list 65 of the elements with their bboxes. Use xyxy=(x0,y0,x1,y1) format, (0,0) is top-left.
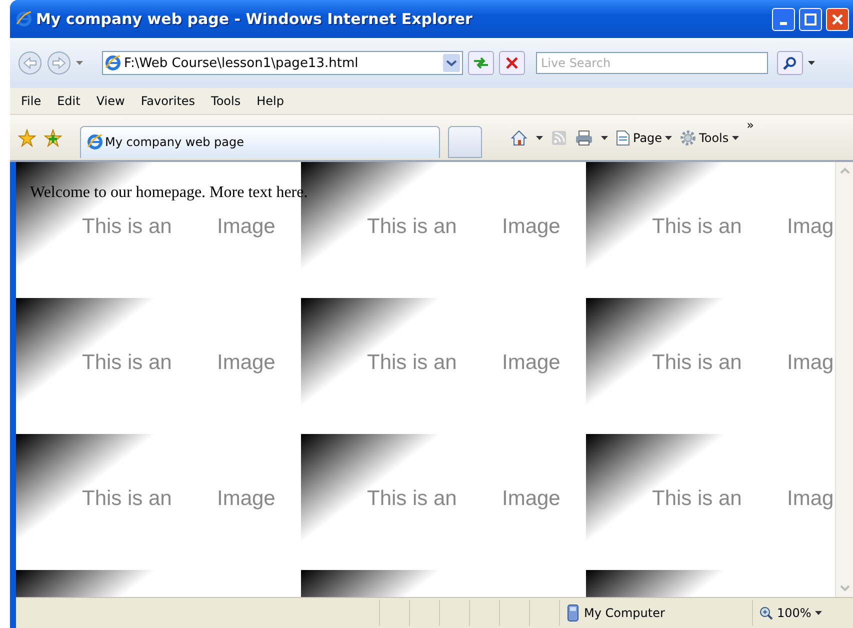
image-text: This is an xyxy=(367,215,457,239)
image-text: This is an xyxy=(82,487,172,511)
minimize-icon xyxy=(780,22,787,24)
ie-logo-icon xyxy=(105,55,121,71)
refresh-button[interactable] xyxy=(468,51,494,75)
menu-item[interactable]: Edit xyxy=(50,92,88,110)
tools-menu-button[interactable]: Tools xyxy=(680,130,739,146)
maximize-button[interactable] xyxy=(799,8,822,30)
menu-item[interactable]: Favorites xyxy=(134,92,202,110)
close-icon xyxy=(831,12,844,26)
arrows-icon xyxy=(473,56,489,70)
dropdown-caret-icon[interactable] xyxy=(665,136,672,140)
computer-icon xyxy=(566,604,580,622)
page-menu-button[interactable]: Page xyxy=(616,130,672,146)
image-text: Image xyxy=(502,487,560,511)
zoom-level[interactable]: 100% xyxy=(777,606,812,620)
zoom-icon xyxy=(759,606,773,620)
image-text: This is an xyxy=(652,215,742,239)
search-icon xyxy=(783,56,797,70)
image-text: This is an xyxy=(652,351,742,375)
image-text: This is an xyxy=(652,487,742,511)
image-text: Image xyxy=(502,215,560,239)
image-text: This is an xyxy=(367,487,457,511)
image-text: This is an xyxy=(82,351,172,375)
menu-item[interactable]: File xyxy=(14,92,48,110)
forward-button[interactable] xyxy=(47,51,71,75)
close-button[interactable] xyxy=(826,8,849,30)
back-button[interactable] xyxy=(18,51,42,75)
search-button[interactable] xyxy=(777,51,803,75)
browser-tab[interactable]: My company web page xyxy=(80,126,440,158)
overflow-button[interactable]: » xyxy=(746,118,754,132)
image-text: Image xyxy=(217,351,276,375)
image-text: Imag xyxy=(787,215,834,239)
image-text: Image xyxy=(217,215,276,239)
add-favorite-icon[interactable] xyxy=(44,128,62,146)
ie-logo-icon xyxy=(87,134,103,150)
home-icon[interactable] xyxy=(510,128,528,146)
search-field[interactable]: Live Search xyxy=(536,52,768,74)
print-icon[interactable] xyxy=(575,130,593,146)
ie-logo-icon xyxy=(16,11,32,27)
dropdown-caret-icon[interactable] xyxy=(815,611,822,615)
dropdown-caret-icon[interactable] xyxy=(808,61,815,65)
dropdown-button[interactable] xyxy=(443,54,460,72)
image-text: Imag xyxy=(787,487,834,511)
window-title: My company web page - Windows Internet Explorer xyxy=(36,10,474,28)
favorites-star-icon[interactable] xyxy=(18,128,36,146)
image-text: Imag xyxy=(787,351,834,375)
menu-item[interactable]: View xyxy=(89,92,132,110)
image-text: Image xyxy=(502,351,560,375)
stop-button[interactable] xyxy=(499,51,525,75)
gear-icon xyxy=(680,130,696,146)
address-bar[interactable]: F:\Web Course\lesson1\page13.html xyxy=(102,51,463,75)
image-text: This is an xyxy=(82,215,172,239)
dropdown-caret-icon[interactable] xyxy=(536,136,543,140)
page-icon xyxy=(616,130,630,146)
image-text: This is an xyxy=(367,351,457,375)
maximize-icon xyxy=(804,12,817,26)
menu-item[interactable]: Help xyxy=(250,92,291,110)
close-icon xyxy=(506,57,518,69)
dropdown-caret-icon[interactable] xyxy=(601,136,608,140)
dropdown-caret-icon[interactable] xyxy=(732,136,739,140)
minimize-button[interactable] xyxy=(772,8,795,30)
menu-item[interactable]: Tools xyxy=(204,92,248,110)
image-text: Image xyxy=(217,487,276,511)
security-zone: My Computer xyxy=(584,606,665,620)
